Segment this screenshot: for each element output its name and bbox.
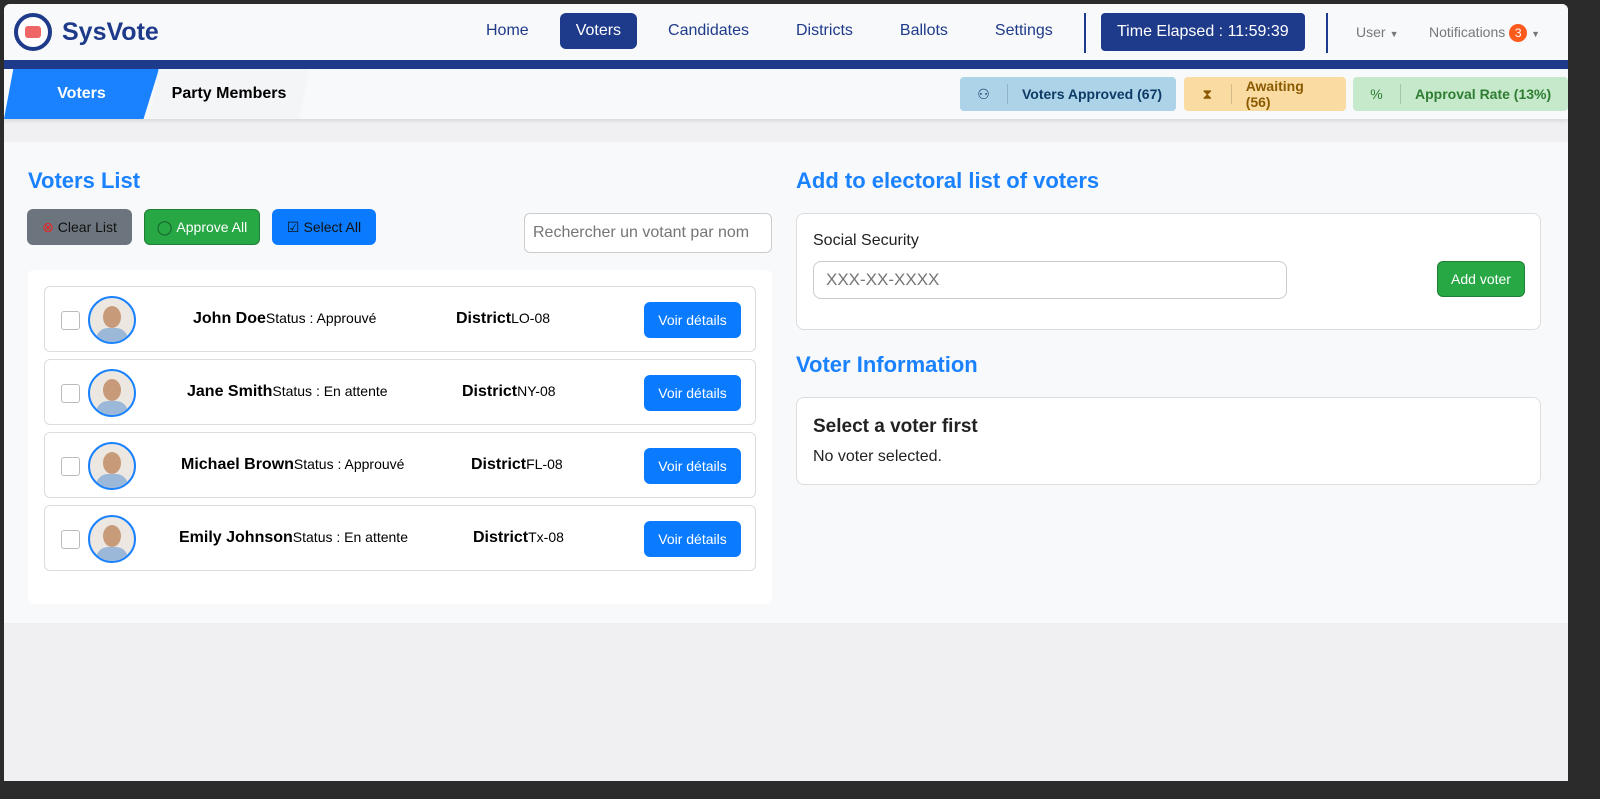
voter-district: DistrictLO-08: [456, 310, 550, 328]
notifications-dropdown[interactable]: Notifications 3 ▼: [1429, 24, 1540, 42]
notification-count-badge: 3: [1509, 24, 1528, 42]
voter-information-card: Select a voter first No voter selected.: [796, 397, 1541, 485]
divider: [1326, 13, 1328, 53]
voter-row: Michael BrownStatus : Approuvé DistrictF…: [44, 432, 756, 498]
voter-search-input[interactable]: [524, 213, 772, 253]
nav-candidates[interactable]: Candidates: [652, 13, 765, 49]
view-details-button[interactable]: Voir détails: [644, 375, 741, 411]
social-security-label: Social Security: [813, 232, 919, 249]
notifications-label: Notifications: [1429, 24, 1506, 40]
voter-info-text: No voter selected.: [813, 448, 942, 465]
district-label: District: [456, 310, 512, 327]
district-code: LO-08: [511, 310, 551, 326]
voter-row: John DoeStatus : Approuvé DistrictLO-08 …: [44, 286, 756, 352]
voter-status: Status : Approuvé: [293, 456, 405, 472]
district-code: Tx-08: [528, 529, 564, 545]
accent-bar: [4, 60, 1568, 69]
check-circle-icon: ◯: [156, 218, 173, 235]
voter-name: Jane Smith: [187, 383, 273, 400]
voter-district: DistrictTx-08: [473, 529, 564, 547]
button-label: Clear List: [57, 219, 117, 235]
district-label: District: [471, 456, 527, 473]
voter-row: Jane SmithStatus : En attente DistrictNY…: [44, 359, 756, 425]
check-square-icon: ☑: [286, 218, 300, 235]
nav-districts[interactable]: Districts: [780, 13, 869, 49]
district-label: District: [473, 529, 529, 546]
voter-checkbox[interactable]: [61, 530, 80, 549]
divider: [1084, 13, 1086, 53]
tab-voters[interactable]: Voters: [4, 69, 159, 119]
caret-down-icon: ▼: [1389, 29, 1399, 39]
voter-status: Status : En attente: [272, 383, 388, 399]
select-all-button[interactable]: ☑ Select All: [272, 209, 376, 245]
voter-avatar: [88, 369, 136, 417]
navbar: SysVote Home Voters Candidates Districts…: [4, 4, 1568, 60]
social-security-input[interactable]: [813, 261, 1287, 299]
voter-name-status: Emily JohnsonStatus : En attente: [179, 529, 408, 547]
district-code: NY-08: [517, 383, 556, 399]
stat-approval-rate: % Approval Rate (13%): [1353, 77, 1568, 111]
button-label: Select All: [303, 219, 362, 235]
voter-info-heading: Select a voter first: [813, 416, 978, 437]
voter-avatar: [88, 296, 136, 344]
stat-voters-approved: ⚇ Voters Approved (67): [960, 77, 1176, 111]
voters-list: John DoeStatus : Approuvé DistrictLO-08 …: [28, 270, 772, 604]
nav-voters[interactable]: Voters: [559, 13, 638, 49]
clear-list-button[interactable]: ⊗ Clear List: [27, 209, 132, 245]
caret-down-icon: ▼: [1531, 29, 1541, 39]
percent-icon: %: [1353, 84, 1401, 104]
stat-awaiting: ⧗ Awaiting (56): [1184, 77, 1346, 111]
voter-status: Status : En attente: [292, 529, 408, 545]
voter-name: John Doe: [193, 310, 266, 327]
voter-name-status: Jane SmithStatus : En attente: [187, 383, 388, 401]
view-details-button[interactable]: Voir détails: [644, 448, 741, 484]
voter-district: DistrictFL-08: [471, 456, 563, 474]
view-details-button[interactable]: Voir détails: [644, 521, 741, 557]
stat-label: Awaiting (56): [1245, 78, 1304, 110]
voter-row: Emily JohnsonStatus : En attente Distric…: [44, 505, 756, 571]
nav-settings[interactable]: Settings: [979, 13, 1069, 49]
voter-district: DistrictNY-08: [462, 383, 556, 401]
sysvote-logo: [14, 13, 52, 51]
stat-label: Approval Rate (13%): [1415, 86, 1552, 102]
add-voter-button[interactable]: Add voter: [1437, 261, 1525, 297]
voter-name: Emily Johnson: [179, 529, 293, 546]
voter-information-title: Voter Information: [796, 352, 978, 377]
time-elapsed: Time Elapsed : 11:59:39: [1101, 13, 1305, 51]
nav-ballots[interactable]: Ballots: [884, 13, 964, 49]
voter-avatar: [88, 442, 136, 490]
voter-name: Michael Brown: [181, 456, 294, 473]
voters-list-title: Voters List: [28, 168, 141, 193]
user-check-icon: ⚇: [960, 84, 1008, 104]
voter-status: Status : Approuvé: [265, 310, 377, 326]
voter-name-status: Michael BrownStatus : Approuvé: [181, 456, 404, 474]
user-label: User: [1356, 24, 1386, 40]
voter-checkbox[interactable]: [61, 311, 80, 330]
user-dropdown[interactable]: User ▼: [1356, 24, 1398, 40]
voter-name-status: John DoeStatus : Approuvé: [193, 310, 376, 328]
voter-avatar: [88, 515, 136, 563]
nav-home[interactable]: Home: [470, 13, 545, 49]
stat-label: Voters Approved (67): [1021, 86, 1163, 102]
button-label: Approve All: [176, 219, 248, 235]
add-voter-title: Add to electoral list of voters: [796, 168, 1100, 193]
approve-all-button[interactable]: ◯ Approve All: [144, 209, 260, 245]
district-label: District: [462, 383, 518, 400]
tab-party-members[interactable]: Party Members: [149, 69, 309, 119]
district-code: FL-08: [526, 456, 563, 472]
brand-name[interactable]: SysVote: [62, 18, 159, 47]
view-details-button[interactable]: Voir détails: [644, 302, 741, 338]
hourglass-icon: ⧗: [1184, 84, 1232, 104]
add-voter-card: Social Security Add voter: [796, 213, 1541, 330]
x-circle-icon: ⊗: [42, 218, 54, 235]
voter-checkbox[interactable]: [61, 384, 80, 403]
voter-checkbox[interactable]: [61, 457, 80, 476]
